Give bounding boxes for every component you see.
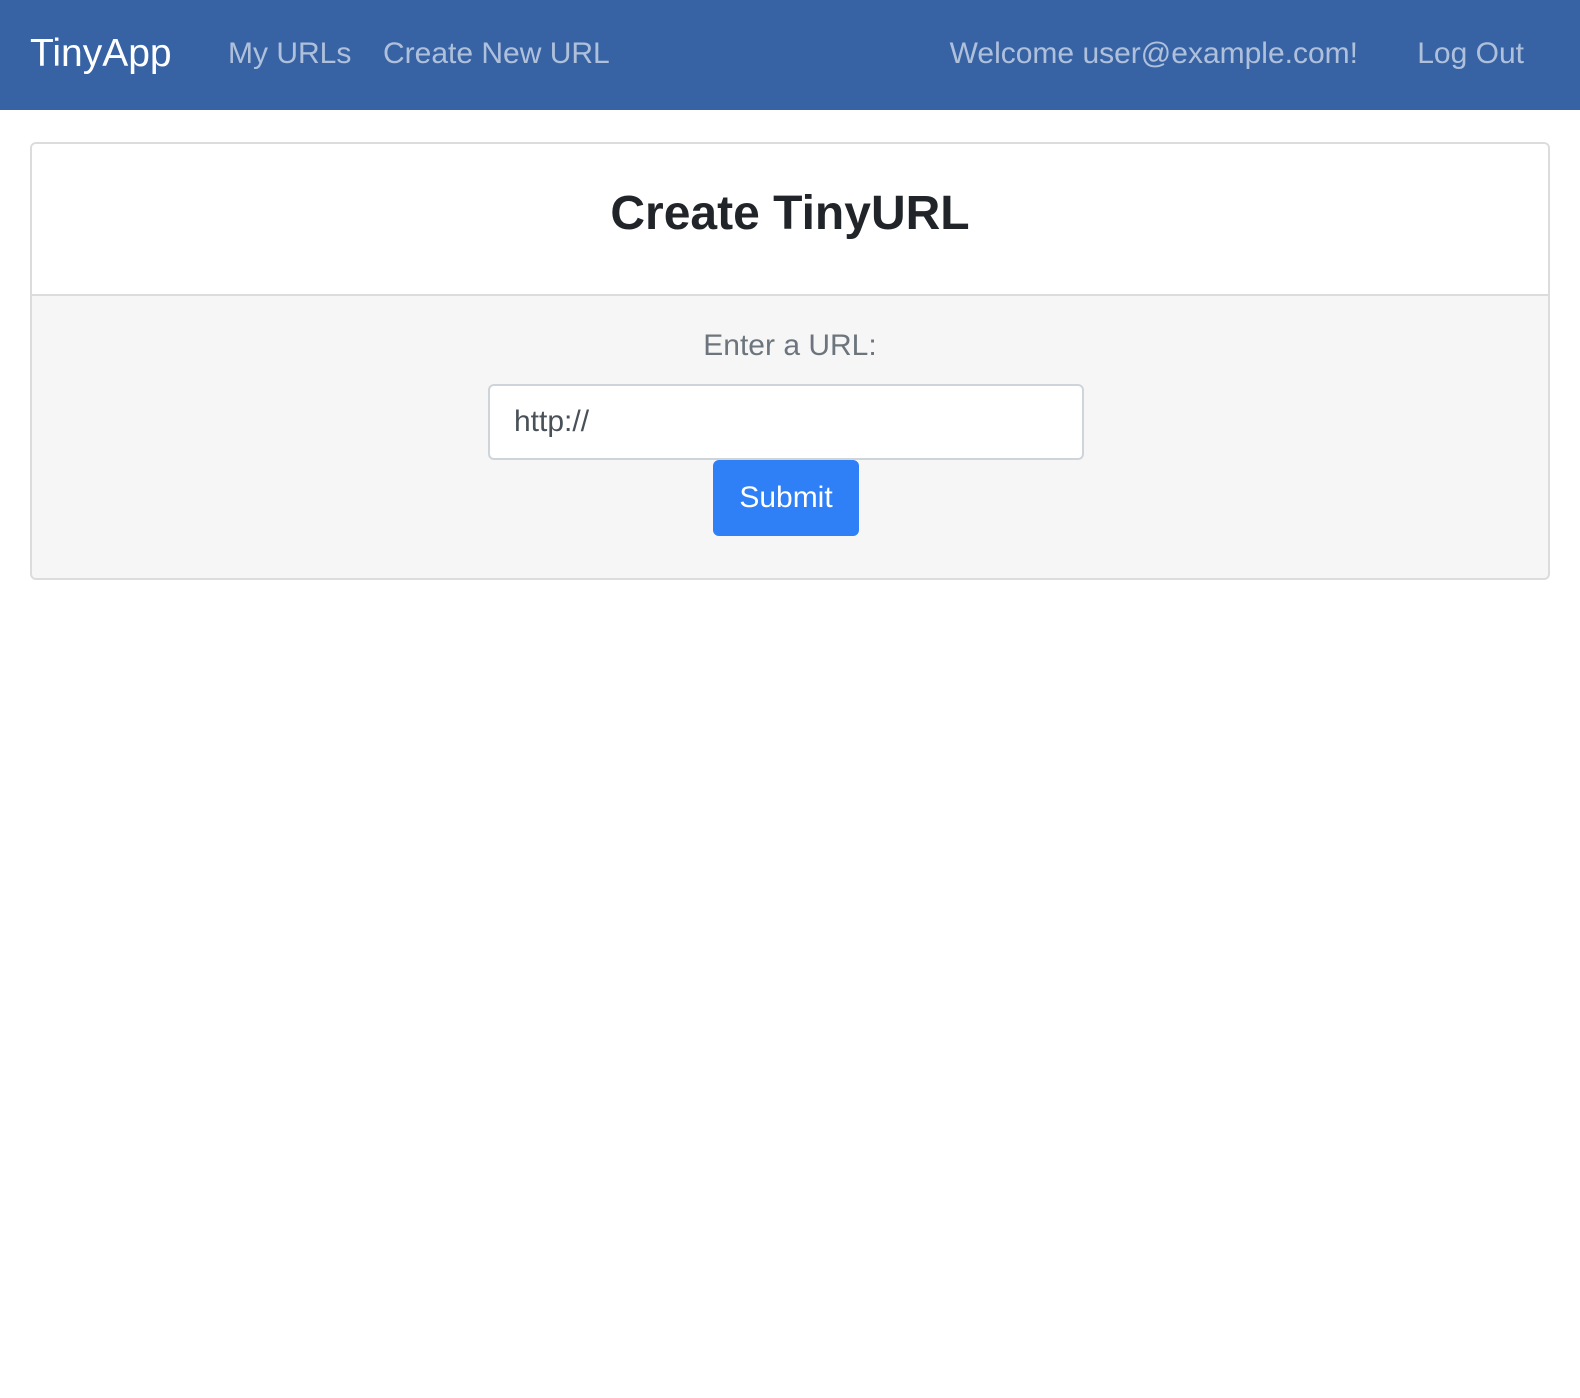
nav-my-urls-link[interactable]: My URLs (228, 0, 351, 108)
top-navbar: TinyApp My URLs Create New URL Welcome u… (0, 0, 1580, 110)
submit-button[interactable]: Submit (713, 460, 859, 536)
page-title: Create TinyURL (610, 187, 970, 240)
create-url-form: Enter a URL: Submit (32, 296, 1548, 578)
create-url-card: Create TinyURL Enter a URL: Submit (30, 142, 1550, 580)
logout-link[interactable]: Log Out (1417, 0, 1524, 108)
welcome-text: Welcome user@example.com! (949, 37, 1358, 70)
url-input[interactable] (488, 384, 1084, 460)
card-header: Create TinyURL (32, 144, 1548, 296)
nav-create-new-url-link[interactable]: Create New URL (383, 0, 610, 108)
url-field-label: Enter a URL: (703, 329, 877, 362)
brand-link[interactable]: TinyApp (30, 0, 172, 108)
